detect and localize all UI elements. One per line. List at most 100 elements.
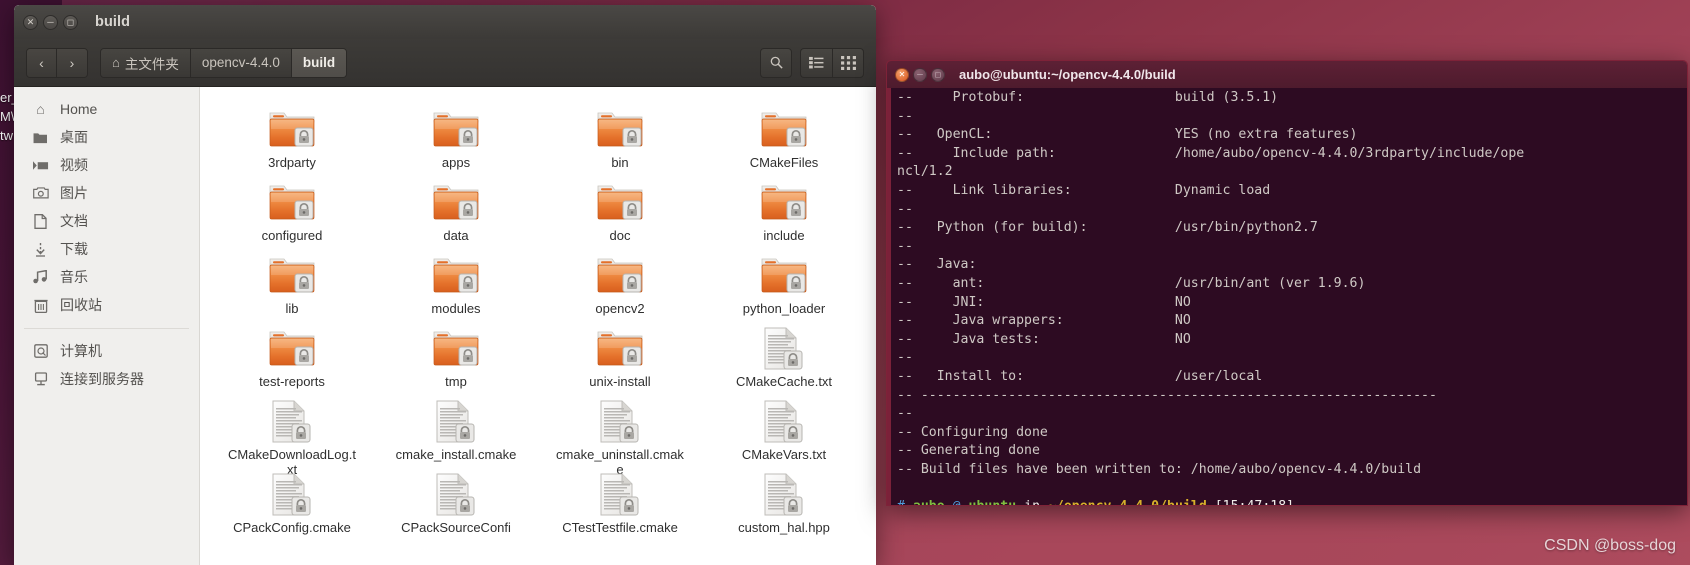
document-icon (32, 213, 49, 229)
file-item[interactable]: python_loader (702, 247, 866, 318)
file-item[interactable]: lib (210, 247, 374, 318)
prompt-time: [15:47:18] (1215, 499, 1294, 505)
sidebar-item-computer[interactable]: 计算机 (14, 337, 199, 365)
terminal-line: -- (897, 108, 913, 124)
document-icon (433, 399, 479, 445)
back-button[interactable]: ‹ (27, 48, 57, 77)
sidebar-label-7: 回收站 (60, 297, 102, 313)
folder-icon (267, 326, 317, 372)
file-manager-toolbar[interactable]: ‹ › ⌂ 主文件夹 opencv-4.4.0 build (14, 39, 876, 87)
window-controls[interactable]: ✕ ─ ◻ (23, 14, 78, 30)
video-icon (32, 160, 49, 171)
file-item[interactable]: cmake_uninstall.cmake (538, 393, 702, 477)
terminal-line: ncl/1.2 (897, 164, 953, 180)
file-name-label: 3rdparty (268, 155, 316, 170)
terminal-line: -- (897, 201, 913, 217)
prompt-hash: # (897, 499, 905, 505)
file-manager-titlebar[interactable]: ✕ ─ ◻ build (14, 5, 876, 39)
document-icon (597, 472, 643, 518)
file-item[interactable]: opencv2 (538, 247, 702, 318)
file-manager-window[interactable]: ✕ ─ ◻ build ‹ › ⌂ 主文件夹 opencv-4.4.0 buil… (14, 5, 876, 565)
file-item[interactable]: bin (538, 101, 702, 172)
file-item[interactable]: CMakeCache.txt (702, 320, 866, 391)
terminal-prompt-line: # aubo @ ubuntu in ~/opencv-4.4.0/build … (897, 498, 1683, 505)
file-item[interactable]: include (702, 174, 866, 245)
search-icon[interactable] (760, 47, 792, 78)
sidebar-label-8: 计算机 (60, 343, 102, 359)
sidebar-item-videos[interactable]: 视频 (14, 151, 199, 179)
file-item[interactable]: modules (374, 247, 538, 318)
server-icon (32, 372, 49, 386)
prompt-in: in (1024, 499, 1040, 505)
sidebar[interactable]: ⌂ Home 桌面 视频 图片 文档 下载 音乐 回收站 计算机 连接到服务器 (14, 87, 200, 565)
sidebar-item-pictures[interactable]: 图片 (14, 179, 199, 207)
breadcrumb-item-build[interactable]: build (291, 48, 347, 77)
folder-icon (595, 180, 645, 226)
terminal-line: -- (897, 350, 913, 366)
breadcrumb-item-opencv[interactable]: opencv-4.4.0 (190, 48, 292, 77)
file-name-label: configured (261, 228, 323, 243)
folder-icon (759, 180, 809, 226)
sidebar-label-4: 文档 (60, 213, 88, 229)
toolbar-right-buttons[interactable] (760, 47, 864, 78)
file-item[interactable]: CMakeDownloadLog.txt (210, 393, 374, 477)
file-item[interactable]: doc (538, 174, 702, 245)
sidebar-item-music[interactable]: 音乐 (14, 263, 199, 291)
terminal-line: -- Java wrappers: NO (897, 313, 1191, 329)
terminal-titlebar[interactable]: ✕ ─ ◻ aubo@ubuntu:~/opencv-4.4.0/build (887, 61, 1687, 88)
file-item[interactable]: CMakeVars.txt (702, 393, 866, 464)
file-name-label: data (443, 228, 469, 243)
document-icon (761, 326, 807, 372)
file-item[interactable]: CTestTestfile.cmake (538, 466, 702, 537)
file-item[interactable]: custom_hal.hpp (702, 466, 866, 537)
file-item[interactable]: data (374, 174, 538, 245)
maximize-icon[interactable]: ◻ (931, 67, 945, 82)
file-name-label: CTestTestfile.cmake (562, 520, 678, 535)
sidebar-item-documents[interactable]: 文档 (14, 207, 199, 235)
file-item[interactable]: test-reports (210, 320, 374, 391)
file-item[interactable]: cmake_install.cmake (374, 393, 538, 464)
sidebar-item-trash[interactable]: 回收站 (14, 291, 199, 319)
file-item[interactable]: configured (210, 174, 374, 245)
minimize-icon[interactable]: ─ (43, 14, 58, 30)
sidebar-item-home[interactable]: ⌂ Home (14, 95, 199, 123)
file-name-label: lib (285, 301, 299, 316)
icon-grid[interactable]: 3rdparty apps bin CMakeFiles configured data d… (210, 101, 866, 537)
folder-icon (595, 107, 645, 153)
grid-view-icon[interactable] (832, 47, 864, 78)
minimize-icon[interactable]: ─ (913, 67, 927, 82)
file-item[interactable]: apps (374, 101, 538, 172)
terminal-line: -- ant: /usr/bin/ant (ver 1.9.6) (897, 275, 1366, 291)
folder-icon (759, 107, 809, 153)
file-item[interactable]: unix-install (538, 320, 702, 391)
sidebar-label-6: 音乐 (60, 269, 88, 285)
file-name-label: opencv2 (595, 301, 645, 316)
breadcrumb[interactable]: ⌂ 主文件夹 opencv-4.4.0 build (100, 47, 348, 78)
list-view-icon[interactable] (800, 47, 832, 78)
file-name-label: test-reports (259, 374, 325, 389)
breadcrumb-item-home[interactable]: ⌂ 主文件夹 (101, 48, 191, 77)
file-list-area[interactable]: 3rdparty apps bin CMakeFiles configured data d… (200, 87, 876, 565)
close-icon[interactable]: ✕ (23, 14, 38, 30)
file-name-label: custom_hal.hpp (738, 520, 830, 535)
sidebar-item-downloads[interactable]: 下载 (14, 235, 199, 263)
file-item[interactable]: CPackConfig.cmake (210, 466, 374, 537)
terminal-window[interactable]: ✕ ─ ◻ aubo@ubuntu:~/opencv-4.4.0/build -… (886, 60, 1688, 506)
sidebar-label-5: 下载 (60, 241, 88, 257)
file-item[interactable]: CPackSourceConfi (374, 466, 538, 537)
sidebar-item-connect-to-server[interactable]: 连接到服务器 (14, 365, 199, 393)
sidebar-item-desktop[interactable]: 桌面 (14, 123, 199, 151)
file-name-label: unix-install (589, 374, 651, 389)
file-item[interactable]: tmp (374, 320, 538, 391)
terminal-output[interactable]: -- Protobuf: build (3.5.1) -- -- OpenCL: Y… (887, 88, 1687, 505)
view-mode-buttons[interactable] (800, 47, 864, 78)
document-icon (433, 472, 479, 518)
forward-button[interactable]: › (57, 48, 87, 77)
close-icon[interactable]: ✕ (895, 67, 909, 82)
file-item[interactable]: CMakeFiles (702, 101, 866, 172)
file-item[interactable]: 3rdparty (210, 101, 374, 172)
desktop-folder-icon (32, 131, 49, 144)
maximize-icon[interactable]: ◻ (63, 14, 78, 30)
navigation-buttons[interactable]: ‹ › (26, 47, 88, 78)
